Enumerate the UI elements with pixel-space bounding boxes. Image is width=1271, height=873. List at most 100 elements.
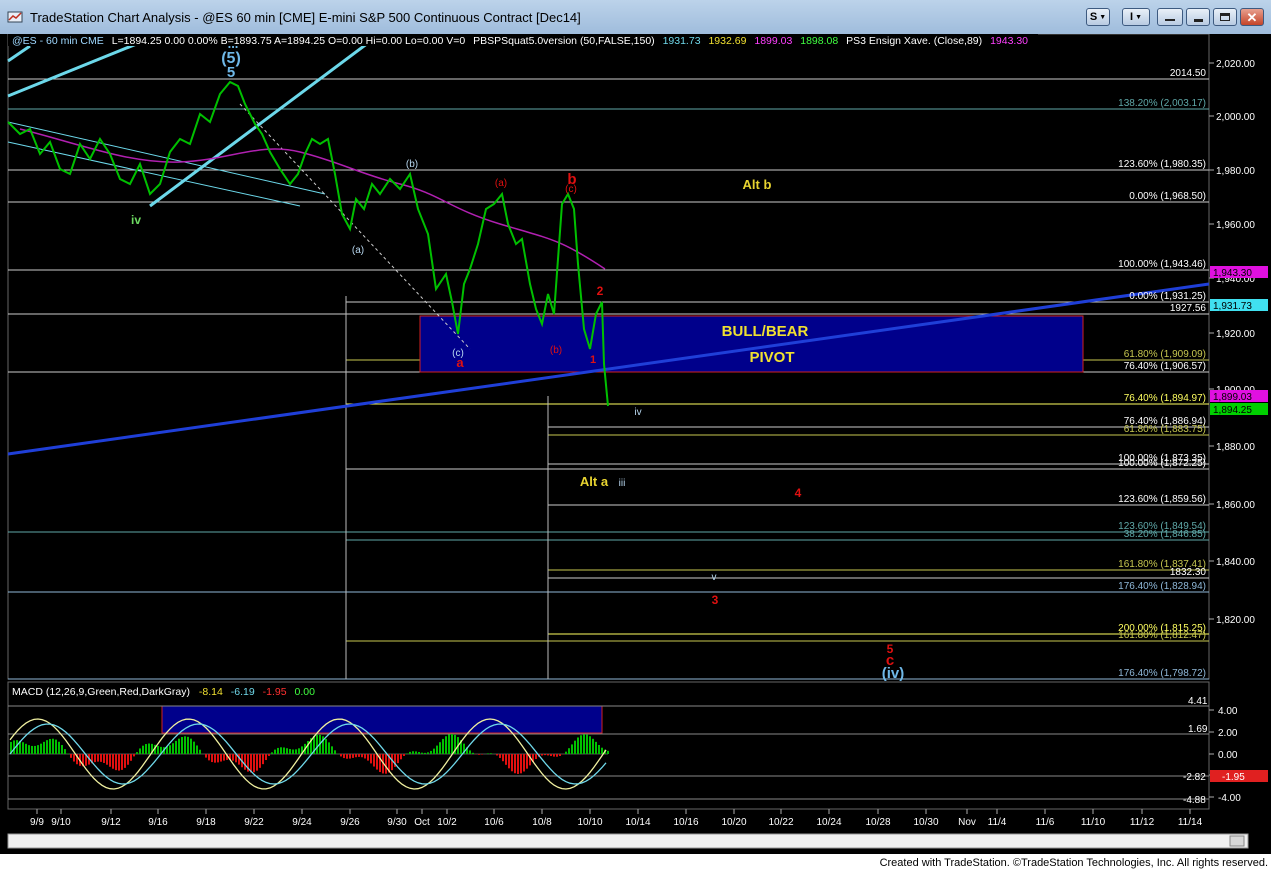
macd-histogram-bar — [283, 747, 285, 754]
macd-histogram-bar — [331, 746, 333, 754]
fib-label: 76.40% (1,894.97) — [1124, 393, 1206, 404]
macd-histogram-bar — [448, 734, 450, 754]
horizontal-scrollbar[interactable] — [7, 833, 1249, 849]
macd-histogram-bar — [325, 738, 327, 754]
price-chart[interactable]: BULL/BEAR PIVOT iii (5) 5 iv (b) (a) — [0, 34, 1271, 854]
macd-histogram-bar — [115, 754, 117, 771]
macd-histogram-bar — [559, 754, 561, 756]
macd-histogram-bar — [328, 742, 330, 754]
time-tick-label: 9/9 — [30, 817, 44, 828]
macd-histogram-bar — [274, 749, 276, 754]
price-axis[interactable]: 2,020.002,000.001,980.001,960.001,940.00… — [1209, 59, 1255, 626]
time-tick-label: 10/28 — [865, 817, 890, 828]
macd-histogram-bar — [580, 735, 582, 754]
fib-label: 138.20% (2,003.17) — [1118, 98, 1206, 109]
macd-histogram-bar — [232, 754, 234, 761]
macd-histogram-bar — [265, 754, 267, 761]
down-channel-bottom — [7, 141, 301, 207]
help-button[interactable] — [1157, 8, 1183, 26]
close-icon: ✕ — [1246, 9, 1258, 25]
status-symbol: @ES - 60 min CME — [12, 35, 104, 47]
close-button[interactable]: ✕ — [1240, 8, 1264, 26]
time-tick-label: 9/26 — [340, 817, 360, 828]
macd-histogram-bar — [433, 748, 435, 754]
time-tick-label: 10/24 — [816, 817, 841, 828]
fib-label: 176.40% (1,798.72) — [1118, 668, 1206, 679]
study2-value: 1943.30 — [990, 35, 1028, 47]
macd-histogram-bar — [397, 754, 399, 764]
macd-histogram-bar — [400, 754, 402, 760]
help-icon — [1165, 19, 1175, 21]
macd-histogram-bar — [535, 754, 537, 760]
fib-label: 161.80% (1,812.47) — [1118, 630, 1206, 641]
wave-label-4: 4 — [795, 486, 802, 500]
macd-histogram-bar — [145, 744, 147, 754]
macd-histogram-bar — [370, 754, 372, 764]
macd-histogram-bar — [118, 754, 120, 771]
maximize-button[interactable] — [1213, 8, 1237, 26]
macd-histogram-bar — [103, 754, 105, 763]
chart-area[interactable]: BULL/BEAR PIVOT iii (5) 5 iv (b) (a) — [0, 34, 1271, 854]
fibonacci-lines — [8, 78, 1209, 680]
macd-histogram-bar — [349, 754, 351, 759]
time-axis[interactable]: 9/9 9/10 9/12 9/16 9/18 9/22 9/24 9/26 9/30 Oct 10… — [30, 809, 1203, 828]
macd-histogram-bar — [280, 747, 282, 754]
macd-histogram-bar — [430, 750, 432, 754]
price-tick-label: 1,880.00 — [1216, 442, 1255, 453]
macd-histogram-bar — [343, 754, 345, 759]
time-tick-label: 10/20 — [721, 817, 746, 828]
macd-histogram-bar — [97, 754, 99, 762]
time-tick-label: 9/16 — [148, 817, 168, 828]
macd-histogram-bar — [409, 751, 411, 754]
time-tick-label: 10/6 — [484, 817, 504, 828]
fib-label: 61.80% (1,909.09) — [1124, 349, 1206, 360]
time-tick-label: Nov — [958, 817, 976, 828]
macd-histogram-bar — [139, 748, 141, 754]
macd-histogram-bar — [148, 743, 150, 754]
price-tick-label: 1,840.00 — [1216, 557, 1255, 568]
macd-histogram-bar — [478, 754, 480, 755]
macd-histogram-bar — [598, 744, 600, 754]
macd-histogram-bar — [64, 749, 66, 754]
macd-histogram-bar — [412, 751, 414, 754]
price-tick-label: 2,020.00 — [1216, 59, 1255, 70]
macd-histogram-bar — [46, 740, 48, 754]
i-menu-button[interactable]: I ▼ — [1122, 8, 1150, 26]
tradestation-app-icon — [7, 11, 23, 23]
macd-histogram-bar — [514, 754, 516, 774]
minimize-button[interactable] — [1186, 8, 1210, 26]
macd-histogram-bar — [502, 754, 504, 762]
macd-histogram-bar — [178, 738, 180, 754]
macd-histogram-bar — [565, 751, 567, 754]
macd-histogram-bar — [346, 754, 348, 759]
time-tick-label: 9/18 — [196, 817, 216, 828]
channel-line-stub — [7, 44, 31, 63]
bull-bear-label: BULL/BEAR — [722, 323, 809, 340]
macd-histogram-bar — [142, 745, 144, 754]
macd-axis[interactable]: 4.002.000.00-2.00-4.00 — [1209, 706, 1241, 804]
macd-tick-label: 0.00 — [1218, 750, 1238, 761]
price-tag-1899-text: 1,899.03 — [1213, 392, 1252, 403]
macd-histogram-bar — [472, 752, 474, 754]
macd-histogram-bar — [517, 754, 519, 774]
price-tick-label: 1,920.00 — [1216, 329, 1255, 340]
macd-histogram-bar — [547, 754, 549, 756]
fib-label: 123.60% (1,980.35) — [1118, 159, 1206, 170]
macd-histogram-bar — [511, 754, 513, 772]
last-price-text: 1,894.25 — [1213, 405, 1252, 416]
macd-histogram-bar — [43, 741, 45, 754]
s-button-label: S — [1089, 11, 1098, 23]
price-tag-1943-text: 1,943.30 — [1213, 268, 1252, 279]
title-bar[interactable]: TradeStation Chart Analysis - @ES 60 min… — [0, 0, 1271, 35]
scrollbar-thumb[interactable] — [1229, 835, 1245, 847]
macd-level-282-label: -2.82 — [1183, 772, 1206, 783]
wave-label-b-low-paren: (b) — [550, 345, 562, 356]
s-menu-button[interactable]: S ▼ — [1086, 8, 1110, 26]
macd-histogram-bar — [190, 738, 192, 754]
macd-histogram-bar — [427, 752, 429, 754]
macd-level-441-label: 4.41 — [1188, 696, 1208, 707]
macd-histogram-bar — [544, 754, 546, 756]
macd-histogram-bar — [496, 754, 498, 756]
macd-histogram-bar — [607, 750, 609, 754]
macd-histogram-bar — [262, 754, 264, 765]
